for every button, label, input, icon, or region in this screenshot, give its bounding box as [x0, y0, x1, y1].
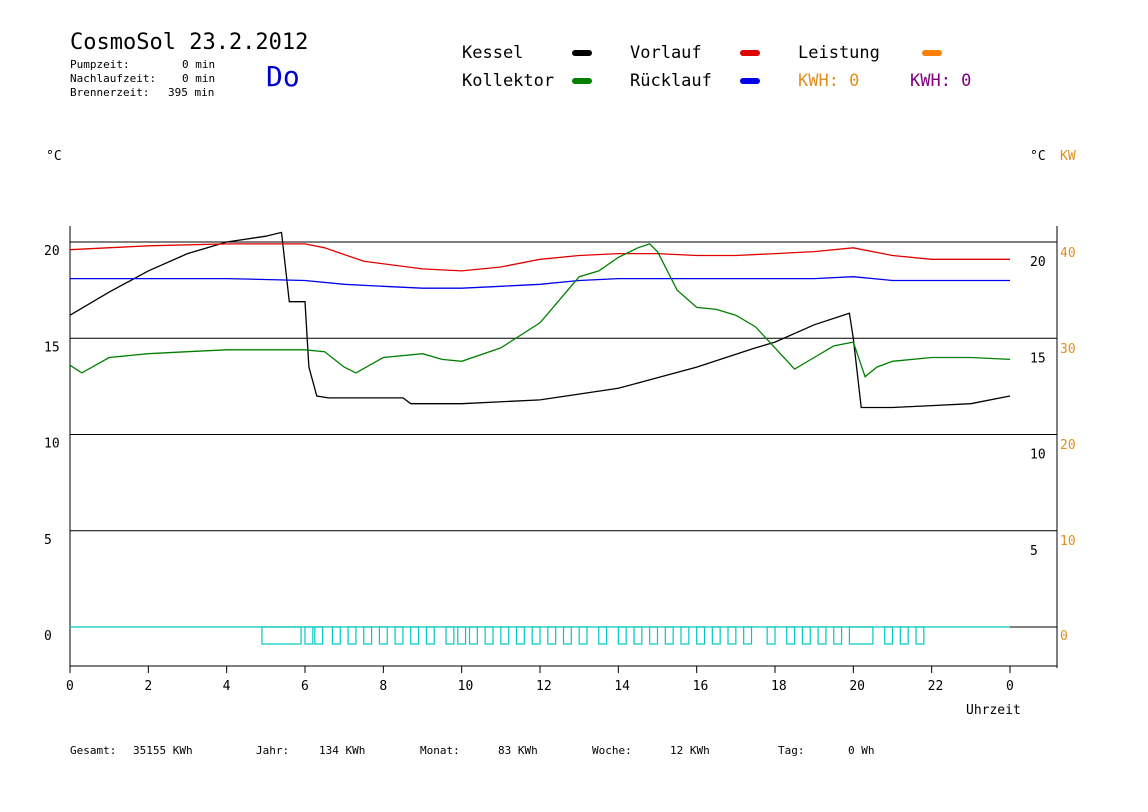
y-right-celsius-tick-label: 5 — [1030, 544, 1038, 559]
x-tick-label: 14 — [614, 679, 630, 694]
pump-pulse — [261, 626, 302, 645]
pump-pulse — [743, 626, 753, 645]
pump-pulse — [500, 626, 510, 645]
pump-pulse — [711, 626, 721, 645]
jahr-label: Jahr: — [256, 744, 290, 757]
y-left-tick-label: 0 — [44, 629, 52, 644]
jahr-value: 134 KWh — [319, 744, 366, 757]
x-tick-label: 18 — [771, 679, 787, 694]
pump-pulse — [347, 626, 357, 645]
pump-pulse — [833, 626, 843, 645]
pump-pulse — [484, 626, 494, 645]
x-tick-label: 16 — [693, 679, 709, 694]
y-right-kw-tick-label: 30 — [1060, 342, 1076, 357]
woche-value: 12 KWh — [670, 744, 710, 757]
x-tick-label: 12 — [536, 679, 552, 694]
pump-pulse — [884, 626, 894, 645]
series-line-vorlauf — [69, 243, 1010, 272]
y-left-tick-label: 5 — [44, 533, 52, 548]
y-left-tick-label: 15 — [44, 340, 60, 355]
pump-pulse — [445, 626, 455, 645]
pump-pulse — [547, 626, 557, 645]
y-right-kw-tick-label: 20 — [1060, 438, 1076, 453]
x-tick-label: 0 — [1006, 679, 1014, 694]
x-axis-label: Uhrzeit — [966, 703, 1021, 718]
pump-pulse — [304, 626, 314, 645]
x-tick-label: 22 — [928, 679, 944, 694]
temperature-chart: 20 15 10 5 0 20 15 10 5 40 30 20 10 0 0 2 4 6 8 10 12 14 16 18 2… — [44, 226, 1076, 718]
pump-pulse — [531, 626, 541, 645]
tag-value: 0 Wh — [848, 744, 875, 757]
x-tick-label: 4 — [223, 679, 231, 694]
pump-pulse — [598, 626, 608, 645]
pump-pulse — [617, 626, 627, 645]
series-line-rücklauf — [70, 276, 1010, 289]
x-tick-label: 2 — [144, 679, 152, 694]
pump-pulse — [457, 626, 467, 645]
pump-pulse — [314, 626, 324, 645]
pump-pulse — [363, 626, 373, 645]
pump-pulse — [664, 626, 674, 645]
pump-pulse — [578, 626, 588, 645]
y-right-kw-tick-label: 10 — [1060, 534, 1076, 549]
x-tick-label: 8 — [379, 679, 387, 694]
pump-pulse — [727, 626, 737, 645]
x-tick-label: 0 — [66, 679, 74, 694]
y-right-celsius-tick-label: 15 — [1030, 351, 1046, 366]
pump-pulse — [410, 626, 420, 645]
pump-pulse — [331, 626, 341, 645]
y-right-kw-tick-label: 40 — [1060, 246, 1076, 261]
pump-pulse — [515, 626, 525, 645]
woche-label: Woche: — [592, 744, 632, 757]
monat-label: Monat: — [420, 744, 460, 757]
pump-pulse — [425, 626, 435, 645]
y-left-tick-label: 10 — [44, 437, 60, 452]
series-line-kollektor — [69, 243, 1011, 378]
gesamt-value: 35155 KWh — [133, 744, 193, 757]
y-right-kw-tick-label: 0 — [1060, 629, 1068, 644]
monat-value: 83 KWh — [498, 744, 538, 757]
x-tick-label: 10 — [458, 679, 474, 694]
pump-pulse — [633, 626, 643, 645]
pump-pulse — [680, 626, 690, 645]
y-left-tick-label: 20 — [44, 244, 60, 259]
y-right-celsius-tick-label: 20 — [1030, 255, 1046, 270]
x-tick-label: 20 — [849, 679, 865, 694]
pump-pulse — [468, 626, 478, 645]
y-right-celsius-tick-label: 10 — [1030, 448, 1046, 463]
pump-pulse — [394, 626, 404, 645]
tag-label: Tag: — [778, 744, 805, 757]
pump-pulse — [801, 626, 811, 645]
gesamt-label: Gesamt: — [70, 744, 117, 757]
pump-pulse — [766, 626, 776, 645]
pump-pulse — [786, 626, 796, 645]
pump-pulse — [899, 626, 909, 645]
pump-pulse — [696, 626, 706, 645]
x-tick-label: 6 — [301, 679, 309, 694]
pump-pulse — [378, 626, 388, 645]
pump-pulse — [915, 626, 925, 645]
pump-pulse — [817, 626, 827, 645]
pump-pulse — [848, 626, 874, 645]
pump-pulse — [649, 626, 659, 645]
pump-pulse — [562, 626, 572, 645]
